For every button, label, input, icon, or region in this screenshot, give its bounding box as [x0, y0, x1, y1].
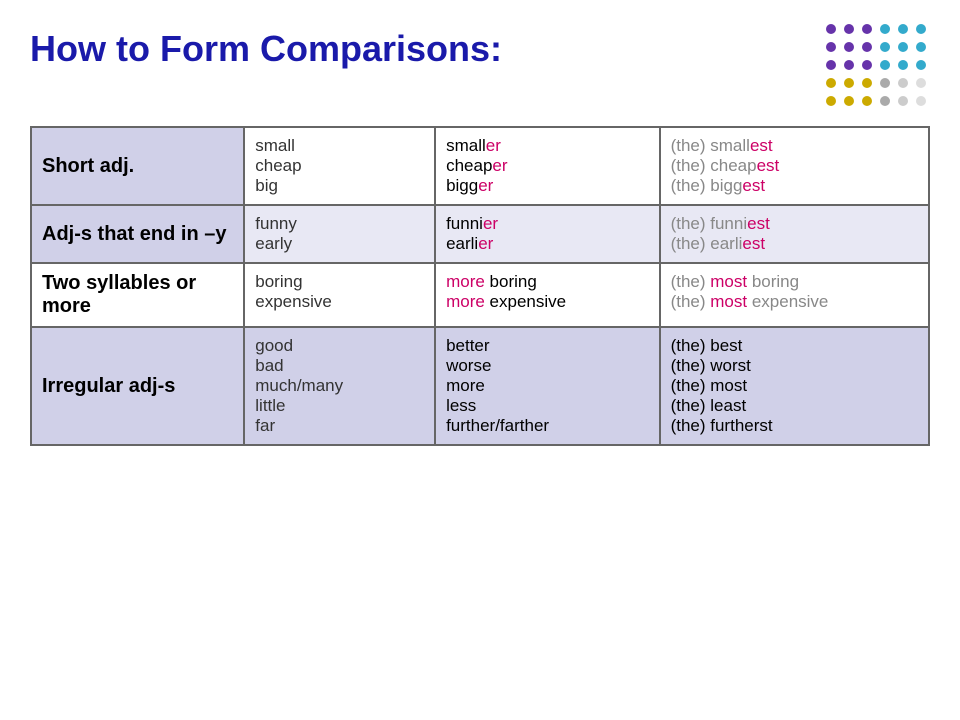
comparative-irreg: better worse more less further/farther	[435, 327, 660, 445]
superlative-irreg: (the) best (the) worst (the) most (the) …	[660, 327, 929, 445]
decoration-dot	[844, 24, 854, 34]
decoration-dot	[844, 96, 854, 106]
decoration-dot	[844, 78, 854, 88]
decoration-dot	[880, 78, 890, 88]
page-title: How to Form Comparisons:	[30, 20, 502, 70]
category-adjy: Adj-s that end in –y	[31, 205, 244, 263]
decoration-dot	[898, 42, 908, 52]
comparative-two: more boring more expensive	[435, 263, 660, 327]
decoration-dot	[862, 60, 872, 70]
table-row: Short adj. small cheap big smaller cheap…	[31, 127, 929, 205]
superlative-short: (the) smallest (the) cheapest (the) bigg…	[660, 127, 929, 205]
decoration-dot	[862, 42, 872, 52]
table-row: Irregular adj-s good bad much/many littl…	[31, 327, 929, 445]
superlative-adjy: (the) funniest (the) earliest	[660, 205, 929, 263]
decoration-dot	[844, 60, 854, 70]
decoration-dot	[880, 96, 890, 106]
decoration-dot	[916, 24, 926, 34]
decoration-dot	[916, 96, 926, 106]
decoration-dot	[826, 60, 836, 70]
base-two: boring expensive	[244, 263, 435, 327]
page: How to Form Comparisons: Short adj. smal…	[0, 0, 960, 466]
decoration-dot	[862, 24, 872, 34]
decoration-dot	[826, 96, 836, 106]
base-irreg: good bad much/many little far	[244, 327, 435, 445]
decoration-dot	[862, 96, 872, 106]
decoration-dot	[880, 60, 890, 70]
decoration-dot	[898, 24, 908, 34]
category-short: Short adj.	[31, 127, 244, 205]
comparison-table: Short adj. small cheap big smaller cheap…	[30, 126, 930, 446]
decoration-dot	[916, 42, 926, 52]
decoration-dot	[880, 24, 890, 34]
decoration-dot	[898, 78, 908, 88]
category-irreg: Irregular adj-s	[31, 327, 244, 445]
base-adjy: funny early	[244, 205, 435, 263]
table-row: Adj-s that end in –y funny early funnier…	[31, 205, 929, 263]
decoration-dot	[826, 78, 836, 88]
decoration-dot	[916, 60, 926, 70]
decoration-dot	[826, 24, 836, 34]
comparative-short: smaller cheaper bigger	[435, 127, 660, 205]
decoration-dot	[862, 78, 872, 88]
header: How to Form Comparisons:	[30, 20, 930, 110]
superlative-two: (the) most boring (the) most expensive	[660, 263, 929, 327]
decoration-dot	[826, 42, 836, 52]
category-two: Two syllables or more	[31, 263, 244, 327]
table-row: Two syllables or more boring expensive m…	[31, 263, 929, 327]
comparative-adjy: funnier earlier	[435, 205, 660, 263]
decoration-dot	[844, 42, 854, 52]
decoration-dot	[880, 42, 890, 52]
dots-decoration	[826, 24, 930, 110]
decoration-dot	[898, 96, 908, 106]
decoration-dot	[898, 60, 908, 70]
decoration-dot	[916, 78, 926, 88]
base-short: small cheap big	[244, 127, 435, 205]
